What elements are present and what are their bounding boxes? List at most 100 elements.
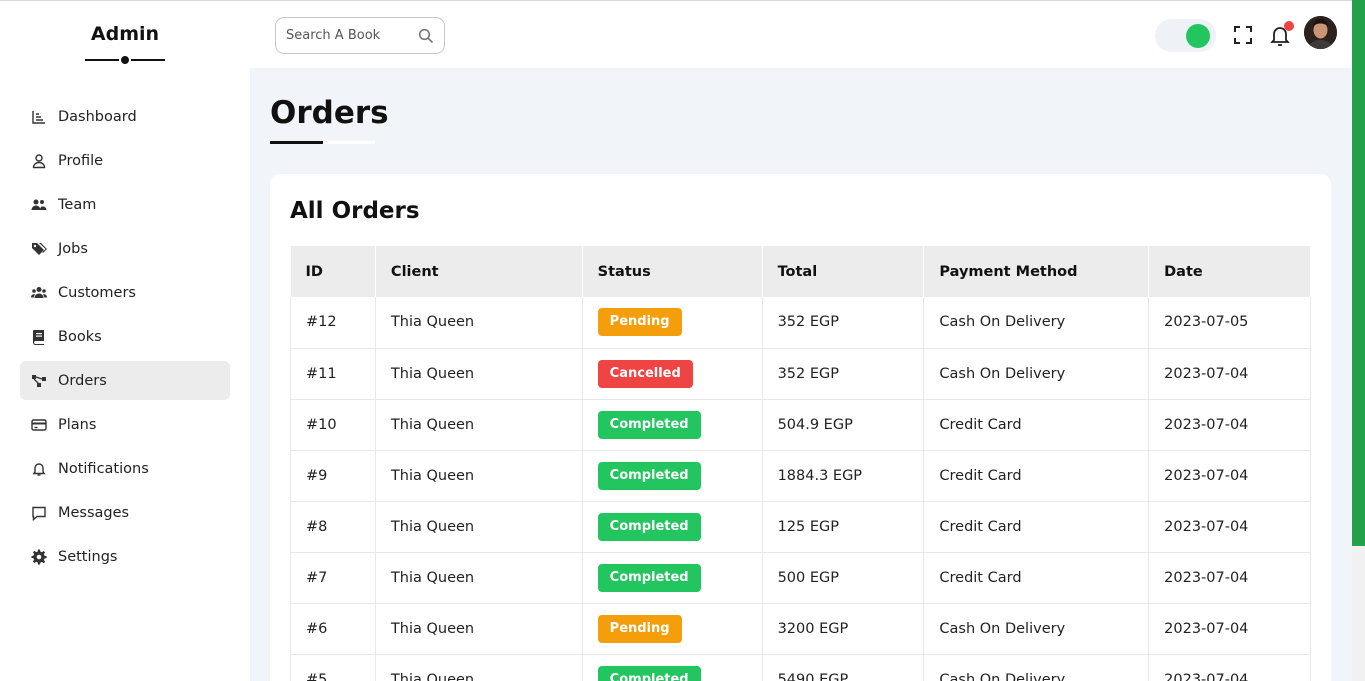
status-cell: Pending — [582, 297, 763, 349]
column-header-id[interactable]: ID — [290, 246, 376, 297]
status-cell: Completed — [582, 450, 763, 502]
orders-card: All Orders ID Client Status Total Paymen… — [270, 174, 1331, 681]
sidebar-item-orders[interactable]: Orders — [20, 361, 230, 400]
payment-method-cell: Credit Card — [923, 552, 1150, 604]
title-underline — [270, 141, 375, 144]
brand-divider — [85, 53, 165, 67]
orders-table-body: #12 Thia Queen Pending 352 EGP Cash On Deliv… — [290, 297, 1311, 681]
column-header-status[interactable]: Status — [582, 246, 763, 297]
status-badge: Pending — [597, 308, 682, 337]
theme-toggle[interactable] — [1155, 19, 1216, 52]
sidebar-item-label: Books — [58, 328, 102, 345]
status-badge: Cancelled — [597, 359, 693, 388]
column-header-total[interactable]: Total — [762, 246, 925, 297]
users-icon — [31, 285, 47, 301]
toggle-knob — [1186, 24, 1210, 48]
order-date-cell: 2023-07-05 — [1148, 297, 1311, 349]
order-date-cell: 2023-07-04 — [1148, 654, 1311, 681]
table-row[interactable]: #8 Thia Queen Completed 125 EGP Credit Card 2… — [290, 501, 1311, 553]
card-title: All Orders — [290, 198, 420, 224]
column-header-date[interactable]: Date — [1148, 246, 1311, 297]
fullscreen-icon[interactable] — [1233, 25, 1253, 45]
client-name-cell: Thia Queen — [375, 297, 583, 349]
avatar[interactable] — [1304, 16, 1337, 49]
order-id-cell: #10 — [290, 399, 376, 451]
search-box — [275, 17, 445, 54]
order-date-cell: 2023-07-04 — [1148, 450, 1311, 502]
client-name-cell: Thia Queen — [375, 603, 583, 655]
credit-card-icon — [31, 417, 47, 433]
sidebar-item-label: Team — [58, 196, 97, 213]
status-badge: Completed — [597, 461, 701, 490]
sidebar-item-team[interactable]: Team — [20, 185, 230, 224]
table-row[interactable]: #7 Thia Queen Completed 500 EGP Credit Card 2… — [290, 552, 1311, 604]
book-icon — [31, 329, 47, 345]
sidebar-item-label: Messages — [58, 504, 130, 521]
notification-dot — [1284, 21, 1294, 31]
client-name-cell: Thia Queen — [375, 501, 583, 553]
status-cell: Cancelled — [582, 348, 763, 400]
order-id-cell: #9 — [290, 450, 376, 502]
scrollbar-thumb[interactable] — [1352, 0, 1365, 546]
table-row[interactable]: #12 Thia Queen Pending 352 EGP Cash On Deliv… — [290, 297, 1311, 349]
diagram-icon — [31, 373, 47, 389]
sidebar-item-label: Orders — [58, 372, 107, 389]
sidebar-item-label: Customers — [58, 284, 136, 301]
message-icon — [31, 505, 47, 521]
status-cell: Completed — [582, 654, 763, 681]
sidebar-item-profile[interactable]: Profile — [20, 141, 230, 180]
order-id-cell: #11 — [290, 348, 376, 400]
column-header-client[interactable]: Client — [375, 246, 583, 297]
topbar — [250, 0, 1352, 68]
order-total-cell: 3200 EGP — [762, 603, 925, 655]
sidebar-item-plans[interactable]: Plans — [20, 405, 230, 444]
order-total-cell: 125 EGP — [762, 501, 925, 553]
sidebar-item-notifications[interactable]: Notifications — [20, 449, 230, 488]
client-name-cell: Thia Queen — [375, 348, 583, 400]
table-row[interactable]: #6 Thia Queen Pending 3200 EGP Cash On Deliv… — [290, 603, 1311, 655]
payment-method-cell: Credit Card — [923, 450, 1150, 502]
sidebar-item-label: Plans — [58, 416, 97, 433]
avatar-image — [1304, 16, 1337, 49]
sidebar-item-label: Dashboard — [58, 108, 137, 125]
sidebar-item-settings[interactable]: Settings — [20, 537, 230, 576]
brand-title: Admin — [90, 23, 160, 45]
status-cell: Completed — [582, 552, 763, 604]
table-header-row: ID Client Status Total Payment Method Da… — [290, 246, 1311, 297]
sidebar-item-books[interactable]: Books — [20, 317, 230, 356]
status-cell: Completed — [582, 399, 763, 451]
sidebar-item-jobs[interactable]: Jobs — [20, 229, 230, 268]
sidebar-item-messages[interactable]: Messages — [20, 493, 230, 532]
table-row[interactable]: #5 Thia Queen Completed 5490 EGP Cash On Del… — [290, 654, 1311, 681]
sidebar: Admin Dashboard Profile Team Jobs Custom… — [0, 0, 250, 681]
table-row[interactable]: #10 Thia Queen Completed 504.9 EGP Credit Ca… — [290, 399, 1311, 451]
table-row[interactable]: #9 Thia Queen Completed 1884.3 EGP Credit Ca… — [290, 450, 1311, 502]
order-id-cell: #8 — [290, 501, 376, 553]
sidebar-item-label: Profile — [58, 152, 104, 169]
order-date-cell: 2023-07-04 — [1148, 348, 1311, 400]
order-total-cell: 5490 EGP — [762, 654, 925, 681]
sidebar-item-customers[interactable]: Customers — [20, 273, 230, 312]
search-input[interactable] — [286, 28, 406, 43]
notifications-button[interactable] — [1269, 21, 1294, 47]
column-header-payment-method[interactable]: Payment Method — [923, 246, 1150, 297]
table-row[interactable]: #11 Thia Queen Cancelled 352 EGP Cash On Del… — [290, 348, 1311, 400]
order-total-cell: 500 EGP — [762, 552, 925, 604]
status-cell: Completed — [582, 501, 763, 553]
status-badge: Completed — [597, 410, 701, 439]
sidebar-item-dashboard[interactable]: Dashboard — [20, 97, 230, 136]
main-content: Orders All Orders ID Client Status Total… — [250, 68, 1352, 681]
scrollbar[interactable] — [1352, 0, 1365, 681]
status-badge: Pending — [597, 614, 682, 643]
sidebar-item-label: Settings — [58, 548, 118, 565]
order-date-cell: 2023-07-04 — [1148, 399, 1311, 451]
status-badge: Completed — [597, 665, 701, 681]
search-icon[interactable] — [418, 28, 434, 44]
client-name-cell: Thia Queen — [375, 654, 583, 681]
team-icon — [31, 197, 47, 213]
status-cell: Pending — [582, 603, 763, 655]
status-badge: Completed — [597, 563, 701, 592]
status-badge: Completed — [597, 512, 701, 541]
order-date-cell: 2023-07-04 — [1148, 501, 1311, 553]
payment-method-cell: Cash On Delivery — [923, 297, 1150, 349]
